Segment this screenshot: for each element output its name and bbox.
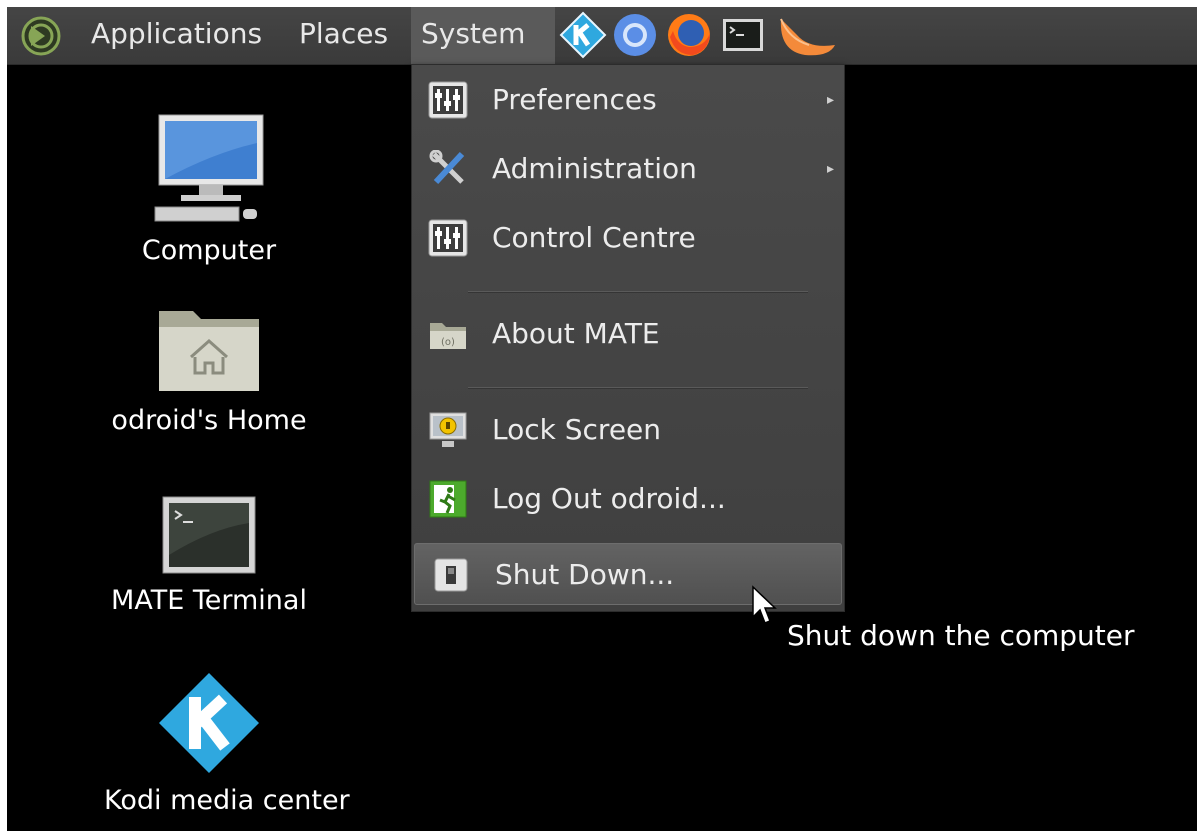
menu-system[interactable]: System xyxy=(411,7,555,64)
terminal-icon[interactable] xyxy=(719,11,767,59)
log-out-icon xyxy=(429,480,467,518)
menu-separator xyxy=(468,291,808,293)
chromium-icon[interactable] xyxy=(611,11,659,59)
desktop-icon-label: MATE Terminal xyxy=(111,585,307,616)
terminal-icon xyxy=(162,496,256,574)
desktop-icon-kodi[interactable]: Kodi media center xyxy=(104,671,350,816)
administration-icon xyxy=(429,150,465,185)
mouse-cursor-icon xyxy=(752,585,777,624)
menu-separator xyxy=(468,387,808,389)
shut-down-icon xyxy=(434,558,468,592)
menu-item-label: About MATE xyxy=(492,317,660,350)
menu-item-lock-screen[interactable]: Lock Screen xyxy=(412,399,844,461)
menu-item-control-centre[interactable]: Control Centre xyxy=(412,207,844,269)
desktop-icon-home[interactable]: odroid's Home xyxy=(104,303,314,436)
system-menu: Preferences ▸ Administration ▸ Control C… xyxy=(411,64,845,612)
firefox-icon[interactable] xyxy=(665,11,713,59)
menu-item-administration[interactable]: Administration ▸ xyxy=(412,138,844,200)
clementine-icon[interactable] xyxy=(775,11,837,59)
menu-item-shut-down[interactable]: Shut Down... xyxy=(414,543,842,605)
desktop-icon-label: Kodi media center xyxy=(104,785,350,816)
kodi-icon[interactable] xyxy=(559,11,607,59)
desktop-screen: Applications Places System Computer odro… xyxy=(7,7,1197,831)
desktop-icon-label: Computer xyxy=(141,235,277,266)
control-centre-icon xyxy=(428,219,468,257)
lock-screen-icon xyxy=(429,412,467,447)
mate-logo-icon[interactable] xyxy=(21,16,61,56)
about-mate-icon: (o) xyxy=(430,323,466,349)
menu-applications[interactable]: Applications xyxy=(81,7,272,64)
menu-places[interactable]: Places xyxy=(289,7,398,64)
desktop-icon-terminal[interactable]: MATE Terminal xyxy=(104,495,314,616)
menu-item-label: Control Centre xyxy=(492,221,696,254)
menu-item-log-out[interactable]: Log Out odroid... xyxy=(412,468,844,530)
menu-item-label: Administration xyxy=(492,152,697,185)
menu-item-label: Log Out odroid... xyxy=(492,482,726,515)
kodi-icon xyxy=(159,673,259,773)
preferences-icon xyxy=(428,81,468,119)
submenu-arrow-icon: ▸ xyxy=(826,92,834,108)
menu-item-label: Preferences xyxy=(492,83,657,116)
menu-item-label: Lock Screen xyxy=(492,413,662,446)
top-panel: Applications Places System xyxy=(7,7,1197,65)
desktop-icon-computer[interactable]: Computer xyxy=(104,113,314,266)
submenu-arrow-icon: ▸ xyxy=(826,161,834,177)
menu-item-preferences[interactable]: Preferences ▸ xyxy=(412,69,844,131)
computer-icon xyxy=(154,114,264,222)
svg-text:(o): (o) xyxy=(441,337,455,348)
menu-item-about-mate[interactable]: (o) About MATE xyxy=(412,303,844,365)
desktop-icon-label: odroid's Home xyxy=(111,405,307,436)
menu-item-label: Shut Down... xyxy=(495,558,675,591)
tooltip: Shut down the computer xyxy=(787,619,1135,652)
home-folder-icon xyxy=(159,311,259,391)
